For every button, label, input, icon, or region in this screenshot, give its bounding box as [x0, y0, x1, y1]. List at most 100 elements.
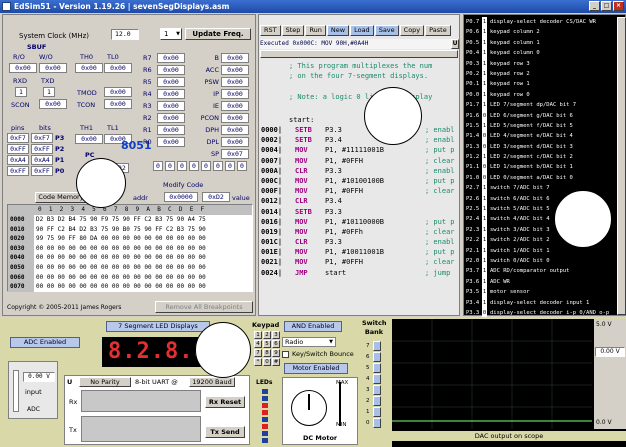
code-line[interactable]: 001C| CLR P3.3 ; enabl	[261, 237, 459, 247]
pin-value[interactable]: 1	[482, 193, 487, 205]
memory-bytes[interactable]: 99 75 90 FF 80 DA 00 00 00 00 00 00 00 0…	[36, 234, 206, 244]
r-register-field[interactable]: 0x00	[157, 137, 185, 147]
r-register-field[interactable]: 0x00	[157, 53, 185, 63]
port-bits-field[interactable]: 0xF7	[31, 133, 53, 143]
sfr-field[interactable]: 0x07	[221, 149, 249, 159]
scroll-u-button[interactable]: U	[451, 39, 459, 49]
update-freq-select[interactable]: 1 ▼	[160, 28, 182, 40]
bit-box[interactable]: 0	[237, 161, 247, 171]
toolbar-button-save[interactable]: Save	[374, 25, 399, 36]
sfr-field[interactable]: 0x00	[221, 77, 249, 87]
toolbar-button-rst[interactable]: RST	[260, 25, 281, 36]
code-line[interactable]: 0021| MOV P1, #0FFH ; clear	[261, 257, 459, 267]
maximize-button[interactable]: □	[601, 1, 612, 11]
port-pins-field[interactable]: 0xA4	[7, 155, 29, 165]
keypad-key[interactable]: 7	[254, 349, 262, 357]
adc-slider[interactable]	[13, 370, 19, 412]
memory-bytes[interactable]: 00 00 00 00 00 00 00 00 00 00 00 00 00 0…	[36, 263, 206, 273]
motor-speed-slider[interactable]	[339, 382, 341, 426]
pin-value[interactable]: 1	[482, 37, 487, 49]
r-register-field[interactable]: 0x00	[157, 125, 185, 135]
tx-textarea[interactable]	[81, 416, 201, 442]
code-line[interactable]: 0007| MOV P1, #0FFH ; clear	[261, 156, 459, 166]
parity-button[interactable]: No Parity	[79, 377, 131, 387]
r-register-field[interactable]: 0x00	[157, 65, 185, 75]
pin-value[interactable]: 1	[482, 100, 487, 111]
switch-toggle[interactable]	[373, 385, 381, 395]
keypad-key[interactable]: 0	[263, 358, 271, 366]
adc-enabled-button[interactable]: ADC Enabled	[10, 337, 80, 348]
tcon-field[interactable]: 0x00	[104, 99, 132, 109]
bit-box[interactable]: 0	[177, 161, 187, 171]
and-enabled-button[interactable]: AND Enabled	[284, 321, 342, 332]
port-bits-field[interactable]: 0xFF	[31, 144, 53, 154]
system-clock-input[interactable]: 12.0	[111, 29, 139, 40]
code-line[interactable]: 0000| SETB P3.3; enabl	[261, 125, 459, 135]
pin-value[interactable]: 0	[482, 131, 487, 142]
toolbar-button-paste[interactable]: Paste	[425, 25, 451, 36]
minimize-button[interactable]: _	[589, 1, 600, 11]
keypad-key[interactable]: 2	[263, 331, 271, 339]
code-line[interactable]: 000F| MOV P1, #0FFH ; clear	[261, 186, 459, 196]
pin-value[interactable]: 1	[482, 214, 487, 225]
pin-value[interactable]: 1	[482, 48, 487, 59]
scope-offset-field[interactable]: 0.00 V	[595, 347, 625, 357]
toolbar-button-load[interactable]: Load	[350, 25, 374, 36]
code-line[interactable]: 0016| MOV P1, #10110000B ; put p	[261, 217, 459, 227]
pin-value[interactable]: 0	[482, 162, 487, 173]
keypad-key[interactable]: #	[272, 358, 280, 366]
pin-value[interactable]: 0	[482, 110, 487, 121]
toolbar-button-step[interactable]: Step	[281, 25, 305, 36]
keypad-key[interactable]: 6	[272, 340, 280, 348]
keypad-key[interactable]: 9	[272, 349, 280, 357]
baud-button[interactable]: 19200 Baud	[189, 377, 235, 387]
th1-field[interactable]: 0x00	[75, 134, 103, 144]
tx-send-button[interactable]: Tx Send	[205, 426, 245, 438]
pin-value[interactable]: 1	[482, 245, 487, 256]
sfr-field[interactable]: 0x00	[221, 53, 249, 63]
memory-bytes[interactable]: 00 00 00 00 00 00 00 00 00 00 00 00 00 0…	[36, 273, 206, 283]
bit-box[interactable]: 0	[213, 161, 223, 171]
adc-input-value[interactable]: 0.00 V	[23, 372, 55, 382]
code-line[interactable]: 001E| MOV P1, #10011001B ; put p	[261, 247, 459, 257]
txd-field[interactable]: 1	[43, 87, 55, 97]
pin-value[interactable]: 1	[482, 183, 487, 194]
pin-value[interactable]: 1	[482, 68, 487, 80]
switch-toggle[interactable]	[373, 374, 381, 384]
port-pins-field[interactable]: 0xFF	[7, 166, 29, 176]
memory-bytes[interactable]: 90 FF C2 B4 D2 B3 75 90 B0 75 90 FF C2 B…	[36, 225, 206, 235]
pin-value[interactable]: 1	[482, 58, 487, 69]
toolbar-button-new[interactable]: New	[326, 25, 350, 36]
code-line[interactable]: 000C| MOV P1, #10100100B ; put p	[261, 176, 459, 186]
toolbar-button-run[interactable]: Run	[305, 25, 326, 36]
code-line[interactable]: 0012| CLR P3.4	[261, 196, 459, 206]
pin-value[interactable]: 1	[482, 266, 487, 277]
memory-bytes[interactable]: 00 00 00 00 00 00 00 00 00 00 00 00 00 0…	[36, 244, 206, 254]
pin-value[interactable]: 1	[482, 297, 487, 308]
rxd-field[interactable]: 1	[15, 87, 27, 97]
sfr-field[interactable]: 0x00	[221, 101, 249, 111]
pin-value[interactable]: 1	[482, 17, 487, 28]
keypad-key[interactable]: 1	[254, 331, 262, 339]
update-freq-button[interactable]: Update Freq.	[185, 28, 251, 40]
keypad-key[interactable]: *	[254, 358, 262, 366]
code-line[interactable]: 0014| SETB P3.3	[261, 207, 459, 217]
memory-bytes[interactable]: 00 00 00 00 00 00 00 00 00 00 00 00 00 0…	[36, 253, 206, 263]
sbuf-ro-field[interactable]: 0x00	[9, 63, 37, 73]
pin-value[interactable]: 1	[482, 224, 487, 236]
sfr-field[interactable]: 0x00	[221, 125, 249, 135]
sfr-field[interactable]: 0x00	[221, 89, 249, 99]
pin-value[interactable]: 0	[482, 172, 487, 184]
pin-value[interactable]: 1	[482, 287, 487, 298]
keypad-key[interactable]: 8	[263, 349, 271, 357]
bit-box[interactable]: 0	[165, 161, 175, 171]
pins-vscrollbar[interactable]	[617, 17, 626, 315]
sbuf-wo-field[interactable]: 0x00	[39, 63, 67, 73]
toolbar-button-copy[interactable]: Copy	[399, 25, 425, 36]
bit-box[interactable]: 0	[225, 161, 235, 171]
pin-value[interactable]: 1	[482, 89, 487, 101]
keypad-key[interactable]: 3	[272, 331, 280, 339]
memory-bytes[interactable]: D2 B3 D2 B4 75 90 F9 75 90 FF C2 B3 75 9…	[36, 215, 206, 225]
th0-field[interactable]: 0x00	[75, 63, 103, 73]
pin-value[interactable]: 1	[482, 255, 487, 267]
